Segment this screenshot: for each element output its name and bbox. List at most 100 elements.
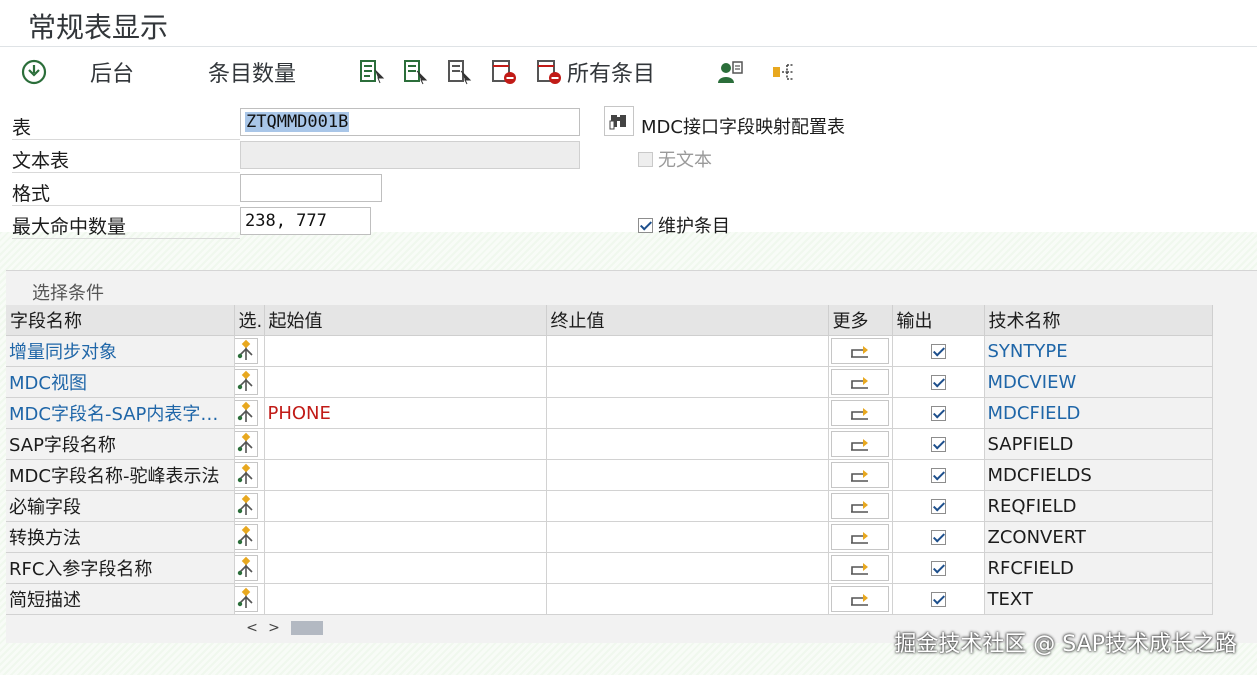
output-checkbox[interactable] bbox=[930, 375, 946, 390]
title-divider bbox=[0, 46, 1257, 47]
from-value-input[interactable] bbox=[264, 552, 547, 584]
technical-name-cell: MDCFIELD bbox=[984, 397, 1213, 429]
field-name-cell[interactable]: MDC视图 bbox=[6, 366, 235, 398]
from-value-input[interactable] bbox=[264, 521, 547, 553]
multiple-selection-button[interactable] bbox=[831, 400, 889, 426]
column-header[interactable]: 更多 bbox=[828, 305, 893, 336]
selection-table: 字段名称 选. 起始值 终止值 更多 输出 技术名称 增量同步对象 SYNTYP… bbox=[6, 305, 1213, 615]
output-checkbox[interactable] bbox=[930, 437, 946, 452]
max-hits-input[interactable]: 238, 777 bbox=[240, 207, 371, 235]
multiple-selection-button[interactable] bbox=[831, 369, 889, 395]
to-value-input[interactable] bbox=[546, 459, 829, 491]
field-name-cell[interactable]: MDC字段名-SAP内表字段... bbox=[6, 397, 235, 429]
execute-button[interactable] bbox=[20, 56, 48, 88]
arrow-right-icon bbox=[851, 470, 868, 482]
maintain-entries-option[interactable]: 维护条目 bbox=[638, 212, 730, 238]
select-data-3-button[interactable] bbox=[446, 56, 474, 88]
table-row: MDC字段名-SAP内表字段... PHONE MDCFIELD bbox=[6, 397, 1213, 429]
selection-option-button[interactable] bbox=[234, 524, 258, 550]
output-checkbox[interactable] bbox=[930, 406, 946, 421]
from-value-input[interactable] bbox=[264, 459, 547, 491]
horizontal-scrollbar[interactable]: < > bbox=[241, 618, 323, 638]
technical-name-cell: MDCFIELDS bbox=[984, 459, 1213, 491]
user-settings-button[interactable] bbox=[716, 56, 744, 88]
output-checkbox[interactable] bbox=[930, 592, 946, 607]
all-entries-button[interactable]: 所有条目 bbox=[535, 56, 655, 88]
background-button[interactable]: 后台 bbox=[90, 56, 134, 88]
selection-option-button[interactable] bbox=[234, 493, 258, 519]
table-input[interactable]: ZTQMMD001B bbox=[240, 108, 580, 136]
multiple-selection-button[interactable] bbox=[831, 586, 889, 612]
multiple-selection-button[interactable] bbox=[831, 524, 889, 550]
field-name-cell[interactable]: 增量同步对象 bbox=[6, 335, 235, 367]
field-name-cell: 必输字段 bbox=[6, 490, 235, 522]
selection-option-button[interactable] bbox=[234, 400, 258, 426]
table-row: MDC字段名称-驼峰表示法 MDCFIELDS bbox=[6, 459, 1213, 491]
selection-option-button[interactable] bbox=[234, 338, 258, 364]
no-text-option: 无文本 bbox=[638, 146, 712, 172]
from-value-input[interactable] bbox=[264, 366, 547, 398]
to-value-input[interactable] bbox=[546, 583, 829, 615]
column-header[interactable]: 选. bbox=[234, 305, 265, 336]
scroll-thumb[interactable] bbox=[291, 621, 323, 635]
table-grey-icon bbox=[448, 60, 472, 85]
delete-selection-button[interactable] bbox=[490, 56, 518, 88]
output-checkbox[interactable] bbox=[930, 468, 946, 483]
column-header[interactable]: 输出 bbox=[892, 305, 985, 336]
selection-option-button[interactable] bbox=[234, 369, 258, 395]
multiple-selection-button[interactable] bbox=[831, 493, 889, 519]
format-input[interactable] bbox=[240, 174, 382, 202]
text-table-label: 文本表 bbox=[12, 150, 70, 172]
field-name-cell: 简短描述 bbox=[6, 583, 235, 615]
select-data-2-button[interactable] bbox=[402, 56, 430, 88]
selection-option-button[interactable] bbox=[234, 555, 258, 581]
table-label: 表 bbox=[12, 117, 32, 139]
column-header[interactable]: 起始值 bbox=[264, 305, 547, 336]
to-value-input[interactable] bbox=[546, 552, 829, 584]
format-label: 格式 bbox=[12, 183, 51, 205]
selection-option-icon bbox=[237, 494, 253, 515]
to-value-input[interactable] bbox=[546, 397, 829, 429]
no-text-label: 无文本 bbox=[658, 150, 712, 171]
selection-option-button[interactable] bbox=[234, 462, 258, 488]
binoculars-icon bbox=[609, 115, 626, 130]
output-checkbox[interactable] bbox=[930, 561, 946, 576]
technical-name-cell: ZCONVERT bbox=[984, 521, 1213, 553]
multiple-selection-button[interactable] bbox=[831, 338, 889, 364]
technical-name-cell: TEXT bbox=[984, 583, 1213, 615]
from-value-input[interactable]: PHONE bbox=[264, 397, 547, 429]
multiple-selection-button[interactable] bbox=[831, 431, 889, 457]
table-delete-icon bbox=[492, 60, 516, 84]
to-value-input[interactable] bbox=[546, 366, 829, 398]
header-form: 表 ZTQMMD001B 文本表 格式 最大命中数量 238, 777 MDC接… bbox=[6, 100, 1256, 240]
table-lookup-button[interactable] bbox=[604, 106, 634, 136]
output-checkbox[interactable] bbox=[930, 344, 946, 359]
selection-option-icon bbox=[237, 370, 253, 391]
entry-count-button[interactable]: 条目数量 bbox=[208, 56, 296, 88]
scroll-left-button[interactable]: < bbox=[241, 620, 263, 636]
column-header[interactable]: 终止值 bbox=[546, 305, 829, 336]
column-header[interactable]: 技术名称 bbox=[984, 305, 1213, 336]
from-value-input[interactable] bbox=[264, 335, 547, 367]
maintain-entries-checkbox[interactable] bbox=[638, 217, 653, 233]
hierarchy-button[interactable] bbox=[770, 56, 798, 88]
from-value-input[interactable] bbox=[264, 428, 547, 460]
from-value-input[interactable] bbox=[264, 490, 547, 522]
to-value-input[interactable] bbox=[546, 521, 829, 553]
select-data-button[interactable] bbox=[358, 56, 386, 88]
to-value-input[interactable] bbox=[546, 335, 829, 367]
output-checkbox[interactable] bbox=[930, 499, 946, 514]
output-checkbox[interactable] bbox=[930, 530, 946, 545]
multiple-selection-button[interactable] bbox=[831, 555, 889, 581]
text-table-input bbox=[240, 141, 580, 169]
scroll-right-button[interactable]: > bbox=[263, 620, 285, 636]
selection-option-button[interactable] bbox=[234, 586, 258, 612]
multiple-selection-button[interactable] bbox=[831, 462, 889, 488]
page-title: 常规表显示 bbox=[28, 11, 169, 44]
selection-option-button[interactable] bbox=[234, 431, 258, 457]
column-header[interactable]: 字段名称 bbox=[6, 305, 235, 336]
to-value-input[interactable] bbox=[546, 490, 829, 522]
to-value-input[interactable] bbox=[546, 428, 829, 460]
from-value-input[interactable] bbox=[264, 583, 547, 615]
selection-option-icon bbox=[237, 339, 253, 360]
